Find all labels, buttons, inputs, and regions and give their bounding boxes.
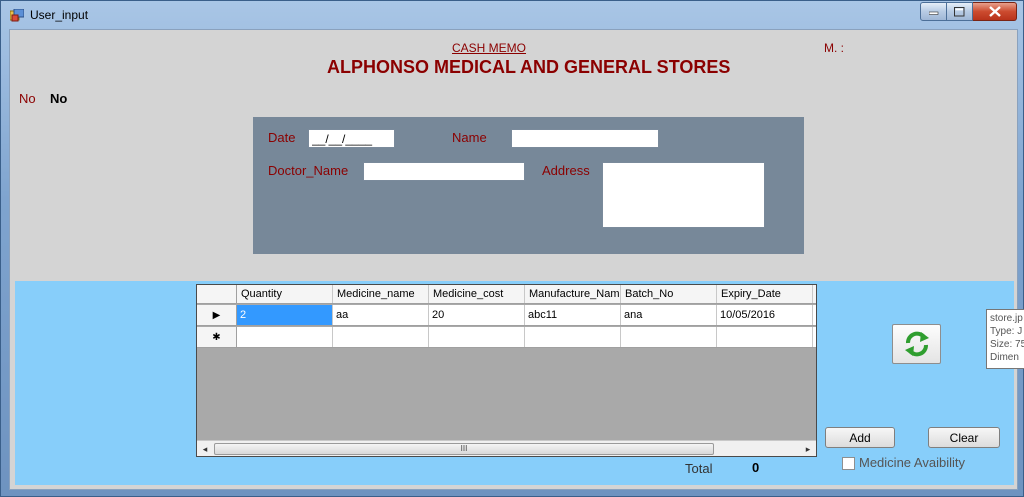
tooltip-line: Dimen (990, 352, 1019, 363)
column-header-expiry-date[interactable]: Expiry_Date (717, 285, 813, 303)
name-label: Name (452, 130, 487, 145)
date-input[interactable] (308, 129, 395, 148)
horizontal-scrollbar[interactable]: ◂ III ▸ (197, 440, 816, 456)
new-row[interactable]: ✱ (197, 327, 816, 348)
items-panel: Quantity Medicine_name Medicine_cost Man… (15, 281, 1014, 485)
maximize-button[interactable] (947, 2, 973, 21)
form-client-area: CASH MEMO ALPHONSO MEDICAL AND GENERAL S… (9, 29, 1018, 490)
cell-medicine-name[interactable]: aa (333, 305, 429, 325)
date-label: Date (268, 130, 296, 145)
doctor-name-input[interactable] (363, 162, 525, 181)
total-value: 0 (752, 460, 760, 475)
name-input[interactable] (511, 129, 659, 148)
grid-corner-cell (197, 285, 237, 303)
medicine-grid[interactable]: Quantity Medicine_name Medicine_cost Man… (196, 284, 817, 457)
minimize-button[interactable] (920, 2, 947, 21)
new-cell-batch-no[interactable] (621, 327, 717, 347)
cell-quantity[interactable]: 2 (237, 305, 333, 325)
close-button[interactable] (973, 2, 1017, 21)
maximize-icon (954, 6, 965, 16)
no-label: No (19, 91, 36, 106)
total-label: Total (685, 461, 713, 476)
file-tooltip: store.jp Type: J Size: 75 Dimen (986, 309, 1024, 369)
new-row-indicator[interactable]: ✱ (197, 327, 237, 347)
cell-expiry-date[interactable]: 10/05/2016 (717, 305, 813, 325)
scroll-left-button[interactable]: ◂ (198, 443, 212, 455)
address-textarea[interactable] (602, 162, 765, 228)
cell-manufacture-name[interactable]: abc11 (525, 305, 621, 325)
app-window: User_input CASH MEMO ALPHONSO MEDICAL AN… (0, 0, 1024, 497)
add-button[interactable]: Add (825, 427, 895, 448)
new-cell-medicine-cost[interactable] (429, 327, 525, 347)
new-cell-quantity[interactable] (237, 327, 333, 347)
cell-medicine-cost[interactable]: 20 (429, 305, 525, 325)
medicine-availability-label[interactable]: Medicine Avaibility (859, 455, 965, 470)
column-header-batch-no[interactable]: Batch_No (621, 285, 717, 303)
clear-button[interactable]: Clear (928, 427, 1000, 448)
grid-header: Quantity Medicine_name Medicine_cost Man… (197, 285, 816, 304)
column-header-manufacture-name[interactable]: Manufacture_Name (525, 285, 621, 303)
new-cell-expiry-date[interactable] (717, 327, 813, 347)
scroll-right-button[interactable]: ▸ (801, 443, 815, 455)
cash-memo-label: CASH MEMO (452, 41, 527, 55)
tooltip-line: Type: J (990, 326, 1023, 337)
medicine-availability-checkbox[interactable] (842, 457, 855, 470)
m-label: M. : (824, 41, 844, 55)
scroll-thumb[interactable]: III (214, 443, 714, 455)
customer-form-panel: Date Name Doctor_Name Address (253, 117, 804, 254)
tooltip-line: store.jp (990, 313, 1023, 324)
tooltip-line: Size: 75 (990, 339, 1024, 350)
column-header-medicine-name[interactable]: Medicine_name (333, 285, 429, 303)
no-value: No (50, 91, 68, 106)
store-title: ALPHONSO MEDICAL AND GENERAL STORES (327, 57, 731, 77)
refresh-button[interactable] (892, 324, 941, 364)
title-bar[interactable]: User_input (1, 1, 1024, 29)
current-row-indicator[interactable]: ▶ (197, 305, 237, 325)
new-cell-medicine-name[interactable] (333, 327, 429, 347)
refresh-icon (904, 331, 929, 357)
cell-batch-no[interactable]: ana (621, 305, 717, 325)
minimize-icon (928, 11, 938, 15)
table-row[interactable]: ▶ 2 aa 20 abc11 ana 10/05/2016 (197, 305, 816, 326)
new-cell-manufacture-name[interactable] (525, 327, 621, 347)
column-header-quantity[interactable]: Quantity (237, 285, 333, 303)
window-title: User_input (30, 8, 89, 22)
doctor-name-label: Doctor_Name (268, 163, 349, 178)
app-icon (10, 9, 24, 22)
address-label: Address (542, 163, 590, 178)
column-header-medicine-cost[interactable]: Medicine_cost (429, 285, 525, 303)
close-icon (988, 6, 1001, 17)
